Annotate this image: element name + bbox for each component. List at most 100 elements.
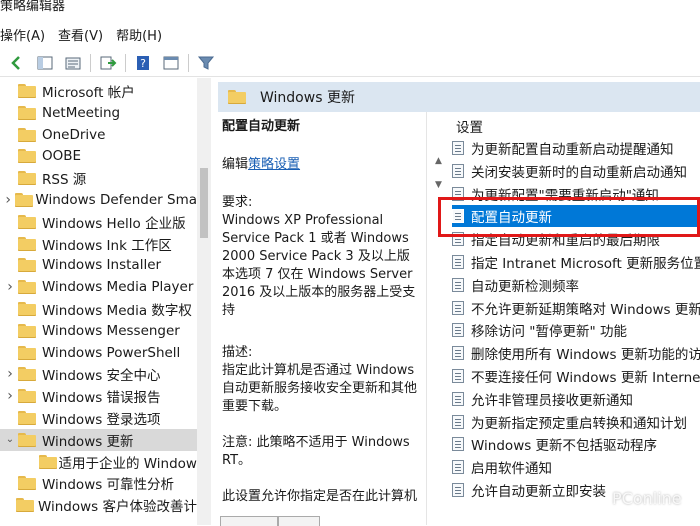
policy-setting-row[interactable]: 移除访问 "暂停更新" 功能	[452, 319, 700, 341]
tree-item[interactable]: Windows Ink 工作区	[0, 233, 197, 255]
tree-item-label: Windows 可靠性分析	[42, 477, 175, 494]
navigation-tree: Microsoft 帐户 NetMeeting OneDrive OOBE RSS 源 ›…	[0, 78, 197, 525]
edit-prefix: 编辑	[222, 157, 249, 172]
policy-setting-row[interactable]: 不要连接任何 Windows 更新 Internet	[452, 365, 700, 387]
policy-setting-label: 允许非管理员接收更新通知	[471, 392, 633, 409]
description-text: 指定此计算机是否通过 Windows 自动更新服务接收安全更新和其他重要下载。	[222, 363, 418, 414]
folder-icon	[18, 105, 36, 120]
tree-item-label: OOBE	[42, 148, 82, 165]
up-folder-icon[interactable]	[62, 52, 84, 74]
chevron-right-icon[interactable]: ›	[2, 192, 15, 208]
tree-item-label: RSS 源	[42, 172, 87, 189]
policy-setting-row[interactable]: 启用软件通知	[452, 456, 700, 478]
policy-setting-icon	[452, 369, 464, 383]
help-icon[interactable]: ?	[132, 52, 154, 74]
tree-item[interactable]: › Windows Media Player	[0, 276, 197, 298]
chevron-right-icon[interactable]: ›	[2, 279, 18, 295]
tree-item[interactable]: Windows Hello 企业版	[0, 211, 197, 233]
folder-icon	[18, 476, 36, 491]
description-label: 描述:	[222, 345, 253, 360]
policy-setting-row[interactable]: 不允许更新延期策略对 Windows 更新执	[452, 297, 700, 319]
tree-item[interactable]: OneDrive	[0, 124, 197, 146]
tree-item-label: Windows 错误报告	[42, 390, 161, 407]
folder-icon	[228, 90, 246, 104]
folder-icon	[18, 214, 36, 229]
policy-setting-icon	[452, 460, 464, 475]
scroll-down-icon[interactable]: ▼	[435, 180, 442, 190]
tree-item-label: Windows 更新	[42, 433, 134, 450]
tree-item[interactable]: Microsoft 帐户	[0, 80, 197, 102]
tree-item-label: OneDrive	[42, 126, 106, 143]
folder-icon	[18, 411, 36, 425]
tree-item[interactable]: Windows 客户体验改善计	[0, 494, 197, 516]
edit-line: 编辑策略设置	[222, 156, 422, 174]
export-list-icon[interactable]	[97, 52, 119, 74]
tree-item[interactable]: OOBE	[0, 145, 197, 167]
properties-icon[interactable]	[160, 52, 182, 74]
tree-item[interactable]: Windows Messenger	[0, 320, 197, 342]
toolbar-separator	[90, 54, 91, 72]
back-icon[interactable]	[6, 52, 28, 74]
policy-setting-label: 删除使用所有 Windows 更新功能的访	[471, 347, 700, 364]
policy-setting-icon	[452, 437, 464, 452]
view-tabs	[218, 516, 418, 526]
folder-icon	[18, 84, 36, 98]
tree-item[interactable]: ⌄ Windows 更新	[0, 428, 197, 451]
policy-setting-row[interactable]: 自动更新检测频率	[452, 274, 700, 296]
tree-scrollbar[interactable]	[197, 78, 211, 525]
requirements-text: Windows XP Professional Service Pack 1 或…	[222, 213, 416, 318]
show-hide-tree-icon[interactable]	[34, 52, 56, 74]
settings-column-header[interactable]: 设置	[456, 116, 483, 136]
tree-item[interactable]: NetMeeting	[0, 102, 197, 124]
scroll-up-icon[interactable]: ▲	[435, 156, 442, 166]
chevron-down-icon[interactable]: ⌄	[2, 434, 18, 445]
folder-icon	[18, 127, 36, 142]
tree-scrollbar-thumb[interactable]	[200, 168, 208, 238]
policy-setting-row[interactable]: 指定 Intranet Microsoft 更新服务位置	[452, 251, 700, 273]
policy-setting-icon	[452, 300, 464, 315]
tree-item[interactable]: Windows Installer	[0, 254, 197, 276]
tree-item[interactable]: › Windows 错误报告	[0, 385, 197, 407]
pane-splitter[interactable]	[212, 78, 216, 525]
tree-item[interactable]: RSS 源	[0, 167, 197, 189]
policy-setting-row[interactable]: 允许非管理员接收更新通知	[452, 388, 700, 410]
tree-item-label: Windows Hello 企业版	[42, 215, 186, 232]
policy-setting-label: Windows 更新不包括驱动程序	[471, 438, 658, 455]
filter-icon[interactable]	[195, 52, 217, 74]
policy-setting-row[interactable]: 为更新指定预定重启转换和通知计划	[452, 411, 700, 433]
chevron-right-icon[interactable]: ›	[2, 366, 18, 382]
tree-item[interactable]: Windows 可靠性分析	[0, 472, 197, 494]
tree-item-label: Windows Defender Sma	[35, 192, 197, 208]
tree-item[interactable]: Windows Media 数字权	[0, 298, 197, 320]
tree-item[interactable]: Windows PowerShell	[0, 342, 197, 364]
folder-icon	[18, 171, 36, 186]
policy-setting-icon	[452, 163, 464, 178]
policy-setting-label: 指定 Intranet Microsoft 更新服务位置	[471, 256, 700, 272]
policy-setting-row[interactable]: Windows 更新不包括驱动程序	[452, 433, 700, 455]
tree-item[interactable]: Windows 登录选项	[0, 407, 197, 429]
tree-item-label: Windows Installer	[42, 257, 162, 274]
tree-item[interactable]: › Windows 安全中心	[0, 363, 197, 385]
folder-icon	[18, 367, 36, 382]
folder-icon	[18, 345, 36, 360]
policy-setting-row[interactable]: 删除使用所有 Windows 更新功能的访	[452, 342, 700, 364]
menu-view[interactable]: 查看(V)	[58, 25, 112, 44]
tree-item[interactable]: 适用于企业的 Window	[0, 451, 197, 473]
tree-item-label: Windows 客户体验改善计	[37, 499, 197, 516]
chevron-right-icon[interactable]: ›	[2, 388, 18, 404]
policy-setting-row[interactable]: 为更新配置自动重新启动提醒通知	[452, 137, 700, 159]
menu-action[interactable]: 操作(A)	[0, 25, 54, 44]
policy-setting-icon	[452, 483, 464, 497]
policy-setting-label: 允许自动更新立即安装	[471, 484, 606, 500]
edit-policy-link[interactable]: 策略设置	[248, 157, 300, 172]
policy-setting-label: 关闭安装更新时的自动重新启动通知	[471, 164, 687, 181]
title-bar: 策略编辑器	[0, 0, 700, 20]
folder-icon	[18, 323, 36, 338]
requirements-label: 要求:	[222, 195, 253, 210]
content-header-title: Windows 更新	[260, 90, 355, 106]
menu-help[interactable]: 帮助(H)	[116, 25, 171, 44]
toolbar-separator	[125, 54, 126, 72]
policy-setting-label: 自动更新检测频率	[471, 278, 579, 295]
policy-setting-row[interactable]: 关闭安装更新时的自动重新启动通知	[452, 160, 700, 182]
tree-item[interactable]: › Windows Defender Sma	[0, 189, 197, 211]
